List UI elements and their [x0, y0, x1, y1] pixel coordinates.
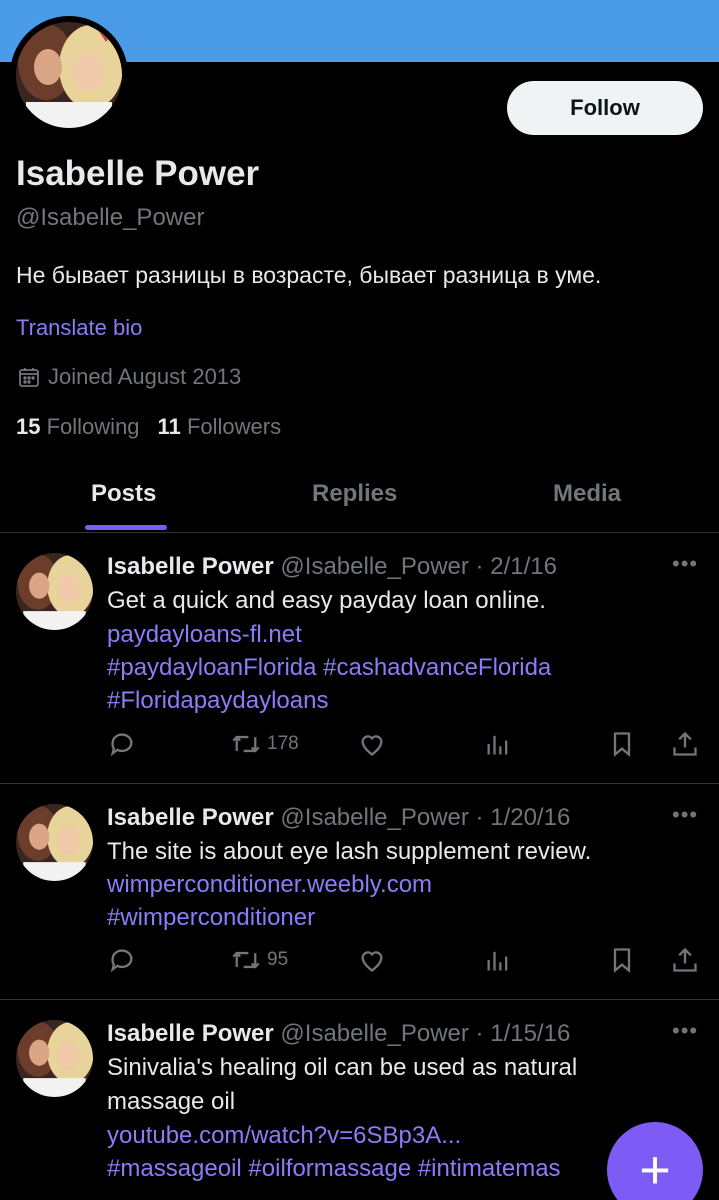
following-stat[interactable]: 15 Following [16, 414, 140, 440]
post-header: Isabelle Power @Isabelle_Power · 2/1/16 [107, 553, 557, 580]
post-date: 1/15/16 [490, 1020, 571, 1047]
post-hashtags[interactable]: #wimperconditioner [107, 904, 315, 932]
post-author[interactable]: Isabelle Power [107, 804, 274, 831]
views-icon[interactable] [484, 946, 512, 974]
post-link[interactable]: paydayloans-fl.net [107, 621, 302, 649]
post-actions: 178 [0, 730, 719, 764]
tab-posts[interactable]: Posts [91, 480, 156, 508]
repost-count: 95 [267, 949, 289, 970]
follow-stats: 15 Following 11 Followers [16, 414, 281, 440]
post-author[interactable]: Isabelle Power [107, 1020, 274, 1047]
more-icon[interactable]: ••• [672, 1018, 698, 1044]
post-item[interactable]: Isabelle Power @Isabelle_Power · 1/20/16… [0, 784, 719, 1000]
like-icon[interactable] [358, 946, 386, 974]
translate-bio-link[interactable]: Translate bio [16, 315, 142, 341]
joined-date: Joined August 2013 [18, 364, 241, 390]
tab-replies[interactable]: Replies [312, 480, 397, 508]
reply-icon[interactable] [108, 730, 136, 758]
joined-label: Joined August 2013 [48, 364, 242, 389]
post-link[interactable]: wimperconditioner.weebly.com [107, 871, 432, 899]
profile-bio: Не бывает разницы в возрасте, бывает раз… [16, 262, 602, 288]
more-icon[interactable]: ••• [672, 551, 698, 577]
post-link[interactable]: youtube.com/watch?v=6SBp3A... [107, 1122, 461, 1150]
post-author[interactable]: Isabelle Power [107, 553, 274, 580]
followers-stat[interactable]: 11 Followers [158, 414, 282, 440]
post-avatar[interactable] [16, 804, 93, 881]
calendar-icon [18, 366, 40, 388]
profile-name: Isabelle Power [16, 154, 260, 193]
profile-tabs: Posts Replies Media [0, 462, 719, 533]
post-text: Sinivalia's healing oil can be used as n… [107, 1054, 578, 1081]
views-icon[interactable] [484, 730, 512, 758]
post-avatar[interactable] [16, 1020, 93, 1097]
profile-page: Follow Isabelle Power @Isabelle_Power Не… [0, 0, 719, 1200]
repost-icon [231, 730, 261, 758]
share-icon[interactable] [671, 730, 699, 758]
share-icon[interactable] [671, 946, 699, 974]
post-handle: @Isabelle_Power [280, 804, 469, 831]
profile-avatar[interactable] [10, 16, 128, 134]
post-text: massage oil [107, 1088, 236, 1115]
post-actions: 95 [0, 946, 719, 980]
post-date: 2/1/16 [490, 553, 557, 580]
reply-icon[interactable] [108, 946, 136, 974]
bookmark-icon[interactable] [608, 946, 636, 974]
more-icon[interactable]: ••• [672, 802, 698, 828]
post-handle: @Isabelle_Power [280, 1020, 469, 1047]
post-hashtags[interactable]: #massageoil #oilformassage #intimatemas [107, 1155, 561, 1183]
post-header: Isabelle Power @Isabelle_Power · 1/15/16 [107, 1020, 571, 1047]
repost-count: 178 [267, 733, 299, 754]
post-avatar[interactable] [16, 553, 93, 630]
post-text: The site is about eye lash supplement re… [107, 838, 592, 865]
repost-button[interactable]: 95 [231, 946, 288, 974]
post-text: Get a quick and easy payday loan online. [107, 587, 546, 614]
following-count: 15 [16, 414, 41, 439]
like-icon[interactable] [358, 730, 386, 758]
bookmark-icon[interactable] [608, 730, 636, 758]
followers-count: 11 [157, 414, 181, 439]
tab-media[interactable]: Media [553, 480, 621, 508]
post-handle: @Isabelle_Power [280, 553, 469, 580]
post-item[interactable]: Isabelle Power @Isabelle_Power · 2/1/16 … [0, 533, 719, 784]
repost-icon [231, 946, 261, 974]
post-hashtags[interactable]: #paydayloanFlorida #cashadvanceFlorida [107, 654, 551, 682]
active-tab-indicator [85, 525, 167, 530]
post-hashtags[interactable]: #Floridapaydayloans [107, 687, 328, 715]
followers-label: Followers [186, 414, 282, 439]
post-header: Isabelle Power @Isabelle_Power · 1/20/16 [107, 804, 571, 831]
repost-button[interactable]: 178 [231, 730, 299, 758]
follow-button[interactable]: Follow [507, 81, 703, 135]
following-label: Following [46, 414, 140, 439]
post-date: 1/20/16 [490, 804, 571, 831]
profile-handle: @Isabelle_Power [16, 204, 205, 231]
